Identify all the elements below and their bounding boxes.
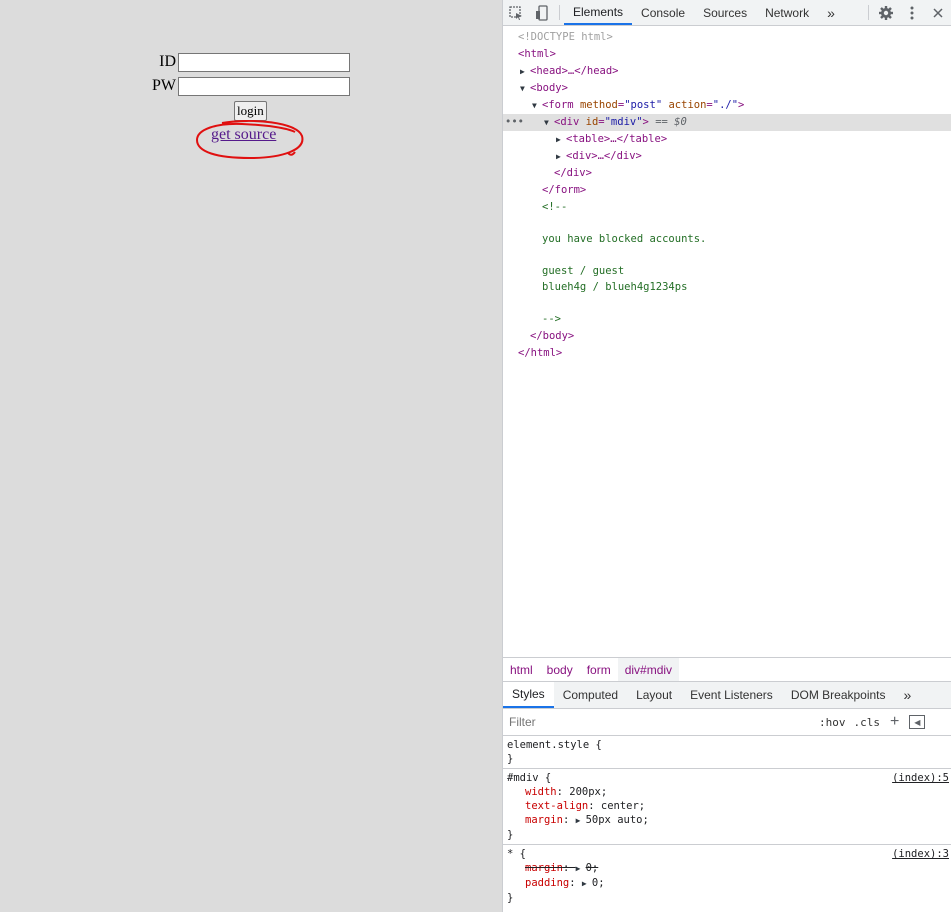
expanded-triangle-icon[interactable]: ▼ (520, 80, 530, 97)
dom-head[interactable]: ▶ <head>…</head> (503, 63, 951, 80)
hov-toggle[interactable]: :hov (815, 716, 850, 729)
collapsed-triangle-icon[interactable]: ▶ (556, 131, 566, 148)
mdiv-rule[interactable]: #mdiv { (index):5 width: 200px; text-ali… (503, 769, 951, 845)
toolbar-divider (868, 5, 869, 20)
tab-console[interactable]: Console (632, 0, 694, 25)
dom-comment-close: --> (542, 313, 561, 325)
dom-html-open[interactable]: <html> (503, 46, 951, 63)
toggle-sidebar-icon[interactable]: ◀ (909, 715, 926, 729)
gear-icon[interactable] (873, 0, 899, 25)
rule-close-brace: } (507, 829, 514, 841)
dom-inner-div[interactable]: ▶ <div>…</div> (503, 148, 951, 165)
rule-close-brace: } (507, 753, 514, 765)
expand-triangle-icon[interactable]: ▶ (576, 862, 586, 876)
breadcrumb-div-mdiv[interactable]: div#mdiv (617, 657, 680, 682)
element-style-rule[interactable]: element.style { } (503, 736, 951, 769)
dom-div-close[interactable]: </div> (503, 165, 951, 182)
pw-row: PW (150, 74, 350, 98)
tab-elements[interactable]: Elements (564, 0, 633, 25)
more-subtabs-icon[interactable]: » (895, 682, 921, 708)
style-declaration[interactable]: width: 200px; (507, 785, 948, 799)
expand-triangle-icon[interactable]: ▶ (582, 877, 592, 891)
styles-subtabs: Styles Computed Layout Event Listeners D… (503, 681, 951, 709)
breadcrumb: html body form div#mdiv (503, 657, 951, 682)
expanded-triangle-icon[interactable]: ▼ (532, 97, 542, 114)
element-style-selector: element.style { (507, 739, 602, 751)
universal-rule[interactable]: * { (index):3 margin: ▶ 0; padding: ▶ 0; } (503, 845, 951, 907)
login-form: ID PW login get source (150, 50, 350, 143)
dom-body-close[interactable]: </body> (503, 328, 951, 345)
new-style-rule-icon[interactable]: + (884, 713, 905, 731)
dom-form-close[interactable]: </form> (503, 182, 951, 199)
dom-html-close[interactable]: </html> (503, 345, 951, 362)
dom-comment-open[interactable]: <!-- (503, 199, 951, 216)
subtab-styles[interactable]: Styles (503, 682, 554, 708)
dom-doctype[interactable]: <!DOCTYPE html> (503, 29, 951, 46)
toolbar-divider (559, 5, 560, 20)
breadcrumb-form[interactable]: form (580, 658, 618, 682)
login-button[interactable]: login (234, 101, 267, 121)
dom-div-mdiv-selected[interactable]: ••• ▼ <div id="mdiv"> == $0 (503, 114, 951, 131)
subtab-dom-breakpoints[interactable]: DOM Breakpoints (782, 682, 895, 708)
dom-comment-line: blueh4g / blueh4g1234ps (542, 281, 688, 293)
dom-table[interactable]: ▶ <table>…</table> (503, 131, 951, 148)
subtab-computed[interactable]: Computed (554, 682, 627, 708)
breadcrumb-body[interactable]: body (540, 658, 580, 682)
tab-sources[interactable]: Sources (694, 0, 756, 25)
subtab-event-listeners[interactable]: Event Listeners (681, 682, 782, 708)
expanded-triangle-icon[interactable]: ▼ (544, 114, 554, 131)
id-row: ID (150, 50, 350, 74)
more-dots-icon[interactable]: ••• (505, 114, 524, 131)
style-declaration[interactable]: margin: ▶ 50px auto; (507, 813, 948, 828)
collapsed-triangle-icon[interactable]: ▶ (520, 63, 530, 80)
subtab-layout[interactable]: Layout (627, 682, 681, 708)
style-declaration[interactable]: text-align: center; (507, 799, 948, 813)
dom-tree: <!DOCTYPE html> <html> ▶ <head>…</head> ▼… (503, 27, 951, 657)
styles-filter-input[interactable] (507, 712, 815, 732)
style-declaration[interactable]: padding: ▶ 0; (507, 876, 948, 891)
devtools-panel: Elements Console Sources Network » <!DOC… (502, 0, 951, 912)
tab-network[interactable]: Network (756, 0, 818, 25)
close-icon[interactable] (925, 0, 951, 25)
page-viewport: ID PW login get source (0, 0, 502, 912)
styles-filter-bar: :hov .cls + ◀ (503, 709, 951, 736)
mdiv-selector: #mdiv { (507, 772, 552, 784)
pw-label: PW (152, 77, 176, 94)
dom-comment-line: you have blocked accounts. (542, 233, 707, 245)
rule-close-brace: } (507, 892, 514, 904)
pw-input[interactable] (178, 76, 350, 96)
id-label: ID (159, 53, 176, 70)
kebab-menu-icon[interactable] (899, 0, 925, 25)
styles-pane: element.style { } #mdiv { (index):5 widt… (503, 736, 951, 912)
dom-form[interactable]: ▼ <form method="post" action="./"> (503, 97, 951, 114)
style-declaration-overridden[interactable]: margin: ▶ 0; (507, 861, 948, 876)
mdiv-source-link[interactable]: (index):5 (892, 771, 949, 785)
more-tabs-icon[interactable]: » (818, 0, 844, 25)
collapsed-triangle-icon[interactable]: ▶ (556, 148, 566, 165)
id-input[interactable] (178, 52, 350, 72)
dom-body-open[interactable]: ▼ <body> (503, 80, 951, 97)
breadcrumb-html[interactable]: html (503, 658, 540, 682)
expand-triangle-icon[interactable]: ▶ (576, 814, 586, 828)
device-toolbar-icon[interactable] (529, 0, 555, 25)
devtools-toolbar: Elements Console Sources Network » (503, 0, 951, 26)
inspect-element-icon[interactable] (503, 0, 529, 25)
universal-source-link[interactable]: (index):3 (892, 847, 949, 861)
universal-selector: * { (507, 848, 526, 860)
dom-comment-line: guest / guest (542, 265, 625, 277)
get-source-link[interactable]: get source (211, 126, 276, 144)
cls-toggle[interactable]: .cls (850, 716, 885, 729)
